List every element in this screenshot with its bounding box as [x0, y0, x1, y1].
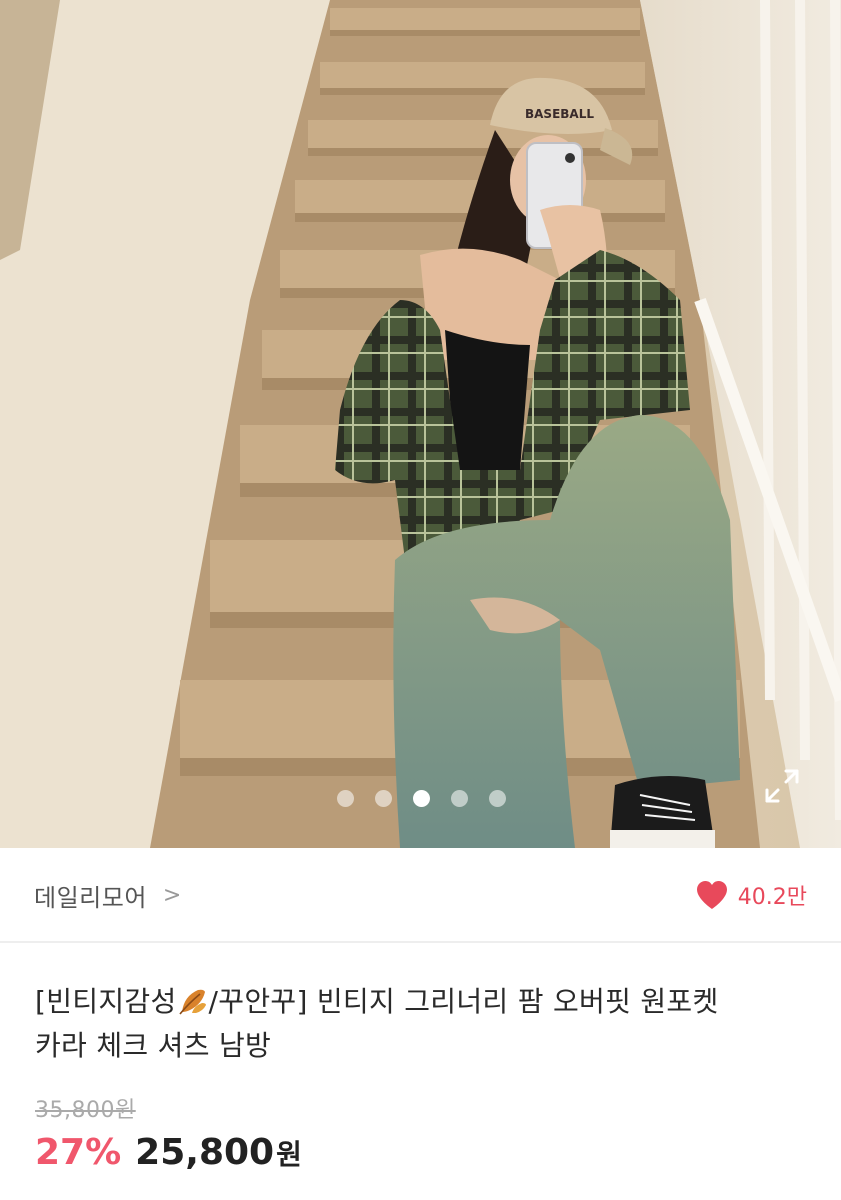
carousel-dot[interactable] [337, 790, 354, 807]
autumn-leaf-icon [178, 989, 206, 1015]
product-image[interactable]: BASEBALL [0, 0, 841, 848]
svg-text:BASEBALL: BASEBALL [525, 107, 594, 121]
carousel-indicator[interactable] [337, 790, 506, 807]
discount-rate: 27% [35, 1132, 122, 1173]
product-title-line2: 카라 체크 셔츠 남방 [35, 1029, 272, 1062]
divider [0, 941, 841, 943]
currency-unit: 원 [276, 1138, 302, 1171]
product-title: [빈티지감성 /꾸안꾸] 빈티지 그리너리 팜 오버핏 원포켓 카라 체크 셔츠… [35, 980, 815, 1068]
price-row: 27% 25,800 원 [35, 1132, 302, 1173]
store-row: 데일리모어 > 40.2만 [0, 848, 841, 942]
carousel-dot[interactable] [451, 790, 468, 807]
expand-button[interactable] [764, 768, 800, 804]
product-title-part1: [빈티지감성 [35, 985, 177, 1018]
like-count: 40.2만 [737, 885, 807, 910]
product-photo: BASEBALL [0, 0, 841, 848]
like-button[interactable]: 40.2만 [696, 879, 807, 911]
store-name: 데일리모어 [34, 883, 147, 912]
sale-price: 25,800 [135, 1132, 275, 1173]
original-price: 35,800원 [35, 1098, 136, 1123]
expand-arrows-icon [765, 769, 799, 803]
product-title-part2: /꾸안꾸] 빈티지 그리너리 팜 오버핏 원포켓 [208, 985, 719, 1018]
carousel-dot[interactable] [489, 790, 506, 807]
carousel-dot[interactable] [375, 790, 392, 807]
chevron-right-icon: > [162, 882, 182, 908]
store-link[interactable]: 데일리모어 > [34, 878, 181, 913]
heart-icon [696, 881, 727, 909]
carousel-dot-active[interactable] [413, 790, 430, 807]
